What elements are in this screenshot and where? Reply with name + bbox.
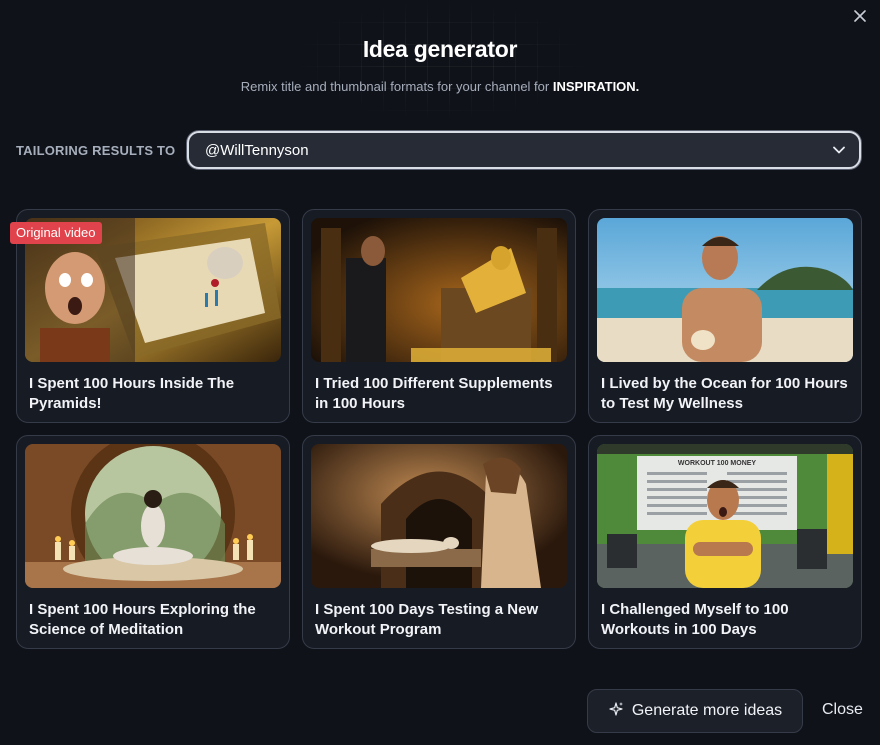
card-title: I Spent 100 Days Testing a New Workout P… <box>315 601 539 638</box>
dialog-title: Idea generator <box>362 36 518 62</box>
channel-select[interactable]: @WillTennyson <box>187 131 861 169</box>
meditation-candles-thumbnail <box>25 444 281 588</box>
idea-card[interactable]: I Spent 100 Hours Exploring the Science … <box>16 435 290 649</box>
dialog-subtitle: Remix title and thumbnail formats for yo… <box>0 79 880 94</box>
close-button[interactable]: Close <box>822 701 863 719</box>
original-video-badge: Original video <box>10 222 102 244</box>
subtitle-text: Remix title and thumbnail formats for yo… <box>240 79 550 94</box>
channel-select-value: @WillTennyson <box>205 141 309 159</box>
sparkle-icon <box>608 701 624 722</box>
idea-card[interactable]: WORKOUT 100 MONEY I Challenged Myself to… <box>588 435 862 649</box>
gym-sign-text: WORKOUT 100 MONEY <box>678 460 757 467</box>
beach-man-thumbnail <box>597 218 853 362</box>
tailoring-label: TAILORING RESULTS TO <box>16 143 176 158</box>
idea-card[interactable]: I Spent 100 Days Testing a New Workout P… <box>302 435 576 649</box>
card-title: I Spent 100 Hours Inside The Pyramids! <box>29 375 235 412</box>
idea-card[interactable]: Original video I Spent 100 Hours Inside … <box>10 209 290 423</box>
card-title: I Tried 100 Different Supplements in 100… <box>315 375 553 412</box>
idea-card-grid: Original video I Spent 100 Hours Inside … <box>10 209 862 649</box>
card-title: I Challenged Myself to 100 Workouts in 1… <box>601 601 789 638</box>
idea-card[interactable]: I Tried 100 Different Supplements in 100… <box>302 209 576 423</box>
chevron-down-icon <box>833 141 845 159</box>
gym-man-thumbnail: WORKOUT 100 MONEY <box>597 444 853 588</box>
subtitle-emphasis: INSPIRATION. <box>552 79 640 94</box>
card-title: I Lived by the Ocean for 100 Hours to Te… <box>601 375 848 412</box>
close-icon[interactable] <box>850 6 870 26</box>
stone-tunnel-thumbnail <box>311 444 567 588</box>
idea-card[interactable]: I Lived by the Ocean for 100 Hours to Te… <box>588 209 862 423</box>
pharaoh-throne-thumbnail <box>311 218 567 362</box>
generate-more-ideas-label: Generate more ideas <box>631 702 783 719</box>
card-title: I Spent 100 Hours Exploring the Science … <box>29 601 256 638</box>
generate-more-ideas-button[interactable]: Generate more ideas <box>587 689 803 733</box>
